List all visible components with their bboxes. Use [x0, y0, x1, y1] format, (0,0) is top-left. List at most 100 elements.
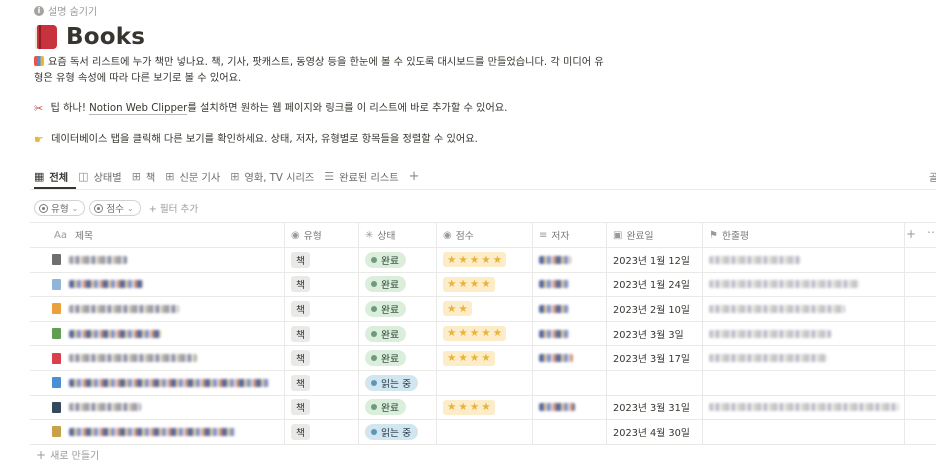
add-property-button[interactable]: +: [906, 227, 916, 241]
cell-score[interactable]: ★ ★: [437, 297, 533, 321]
star-icon: ★: [492, 327, 503, 340]
cell-author[interactable]: [533, 370, 607, 395]
cell-type[interactable]: 책: [285, 321, 359, 346]
cell-review[interactable]: [703, 297, 905, 321]
table-row[interactable]: 책 읽는 중 2023년 4월 30일: [30, 420, 936, 445]
cell-date[interactable]: 2023년 4월 30일: [607, 420, 703, 444]
cell-date[interactable]: 2023년 3월 31일: [607, 395, 703, 420]
cell-author[interactable]: [533, 346, 607, 370]
tab-by-status[interactable]: ◫ 상태별: [78, 166, 128, 186]
cell-score[interactable]: ★ ★ ★ ★: [437, 272, 533, 297]
cell-title[interactable]: [30, 297, 285, 321]
column-date[interactable]: ▣ 완료일: [607, 223, 703, 247]
cell-status[interactable]: 완료: [359, 395, 437, 420]
blurred-author: [539, 280, 569, 289]
cell-review[interactable]: [703, 370, 905, 395]
red-book-icon[interactable]: [34, 24, 58, 50]
column-title[interactable]: Aa 제목: [30, 223, 285, 247]
cell-author[interactable]: [533, 297, 607, 321]
cell-spacer: [905, 420, 936, 444]
cell-type[interactable]: 책: [285, 297, 359, 321]
cell-status[interactable]: 읽는 중: [359, 370, 437, 395]
add-filter-button[interactable]: + 필터 추가: [149, 201, 198, 215]
cell-review[interactable]: [703, 248, 905, 272]
cell-author[interactable]: [533, 321, 607, 346]
column-type[interactable]: ◉ 유형: [285, 223, 359, 247]
add-view-button[interactable]: +: [409, 166, 426, 186]
cell-score[interactable]: ★ ★ ★ ★: [437, 395, 533, 420]
cell-status[interactable]: 읽는 중: [359, 420, 437, 444]
blurred-author: [539, 329, 569, 338]
cell-score[interactable]: ★ ★ ★ ★ ★: [437, 248, 533, 272]
cell-review[interactable]: [703, 395, 905, 420]
cell-author[interactable]: [533, 420, 607, 444]
cell-review[interactable]: [703, 346, 905, 370]
cell-date[interactable]: 2023년 3월 17일: [607, 346, 703, 370]
cell-type[interactable]: 책: [285, 346, 359, 370]
filter-type[interactable]: 유형 ⌄: [34, 200, 86, 216]
cell-title[interactable]: [30, 370, 285, 395]
cell-status[interactable]: 완료: [359, 321, 437, 346]
hide-description-toggle[interactable]: i 설명 숨기기: [34, 3, 97, 18]
cell-review[interactable]: [703, 321, 905, 346]
cell-author[interactable]: [533, 272, 607, 297]
cell-type[interactable]: 책: [285, 420, 359, 444]
filter-score[interactable]: 점수 ⌄: [89, 200, 141, 216]
cell-review[interactable]: [703, 272, 905, 297]
tab-movies-tv[interactable]: ⊞ 영화, TV 시리즈: [230, 166, 320, 186]
table-row[interactable]: 책 읽는 중: [30, 370, 936, 396]
table-row[interactable]: 책 완료 ★ ★ 2023년 2월 10일: [30, 297, 936, 322]
cell-title[interactable]: [30, 395, 285, 420]
cell-title[interactable]: [30, 248, 285, 272]
gallery-icon: ⊞: [230, 169, 240, 183]
more-options-icon[interactable]: ⋯: [927, 225, 936, 239]
select-property-icon: ◉: [291, 229, 300, 241]
tab-books[interactable]: ⊞ 책: [132, 166, 162, 186]
cell-title[interactable]: [30, 321, 285, 346]
star-rating: ★ ★ ★ ★: [443, 399, 495, 415]
table-row[interactable]: 책 완료 ★ ★ ★ ★ 2023년 1월 24일: [30, 272, 936, 298]
cell-score[interactable]: ★ ★ ★ ★: [437, 346, 533, 370]
column-score[interactable]: ◉ 점수: [437, 223, 533, 247]
cell-status[interactable]: 완료: [359, 346, 437, 370]
cell-status[interactable]: 완료: [359, 272, 437, 297]
description-line-3: ☛ 데이터베이스 탭을 클릭해 다른 보기를 확인하세요. 상태, 저자, 유형…: [34, 133, 478, 146]
cell-title[interactable]: [30, 346, 285, 370]
cell-status[interactable]: 완료: [359, 248, 437, 272]
star-rating: ★ ★: [443, 301, 472, 317]
cell-date[interactable]: 2023년 2월 10일: [607, 297, 703, 321]
column-author[interactable]: ≡ 저자: [533, 223, 607, 247]
cell-review[interactable]: [703, 420, 905, 444]
cell-score[interactable]: [437, 420, 533, 444]
table-row[interactable]: 책 완료 ★ ★ ★ ★ ★ 2023년 3월 3일: [30, 321, 936, 347]
cell-score[interactable]: ★ ★ ★ ★ ★: [437, 321, 533, 346]
cell-title[interactable]: [30, 420, 285, 444]
cell-score[interactable]: [437, 370, 533, 395]
tab-news-articles[interactable]: ⊞ 신문 기사: [165, 166, 226, 186]
column-status[interactable]: ✳ 상태: [359, 223, 437, 247]
cell-title[interactable]: [30, 272, 285, 297]
cell-date[interactable]: 2023년 1월 24일: [607, 272, 703, 297]
page-title[interactable]: Books: [66, 24, 145, 50]
table-row[interactable]: 책 완료 ★ ★ ★ ★ ★ 2023년 1월 12일: [30, 248, 936, 273]
cell-type[interactable]: 책: [285, 248, 359, 272]
cell-type[interactable]: 책: [285, 395, 359, 420]
cell-date[interactable]: 2023년 1월 12일: [607, 248, 703, 272]
pointing-hand-icon: ☛: [34, 133, 44, 146]
cell-status[interactable]: 완료: [359, 297, 437, 321]
cell-type[interactable]: 책: [285, 272, 359, 297]
cell-date[interactable]: 2023년 3월 3일: [607, 321, 703, 346]
table-row[interactable]: 책 완료 ★ ★ ★ ★ 2023년 3월 17일: [30, 346, 936, 371]
tab-all[interactable]: ▦ 전체: [34, 166, 74, 186]
cell-author[interactable]: [533, 395, 607, 420]
column-review[interactable]: ⚑ 한줄평: [703, 223, 905, 247]
cell-date[interactable]: [607, 370, 703, 395]
cell-author[interactable]: [533, 248, 607, 272]
web-clipper-link[interactable]: Notion Web Clipper: [89, 103, 188, 115]
cell-type[interactable]: 책: [285, 370, 359, 395]
table-row[interactable]: 책 완료 ★ ★ ★ ★ 2023년 3월 31일: [30, 395, 936, 421]
blurred-author: [539, 354, 573, 363]
new-row-button[interactable]: + 새로 만들기: [36, 447, 99, 463]
tab-completed-list[interactable]: ☰ 완료된 리스트: [324, 166, 404, 186]
filter-button-partial[interactable]: 골: [929, 169, 936, 184]
